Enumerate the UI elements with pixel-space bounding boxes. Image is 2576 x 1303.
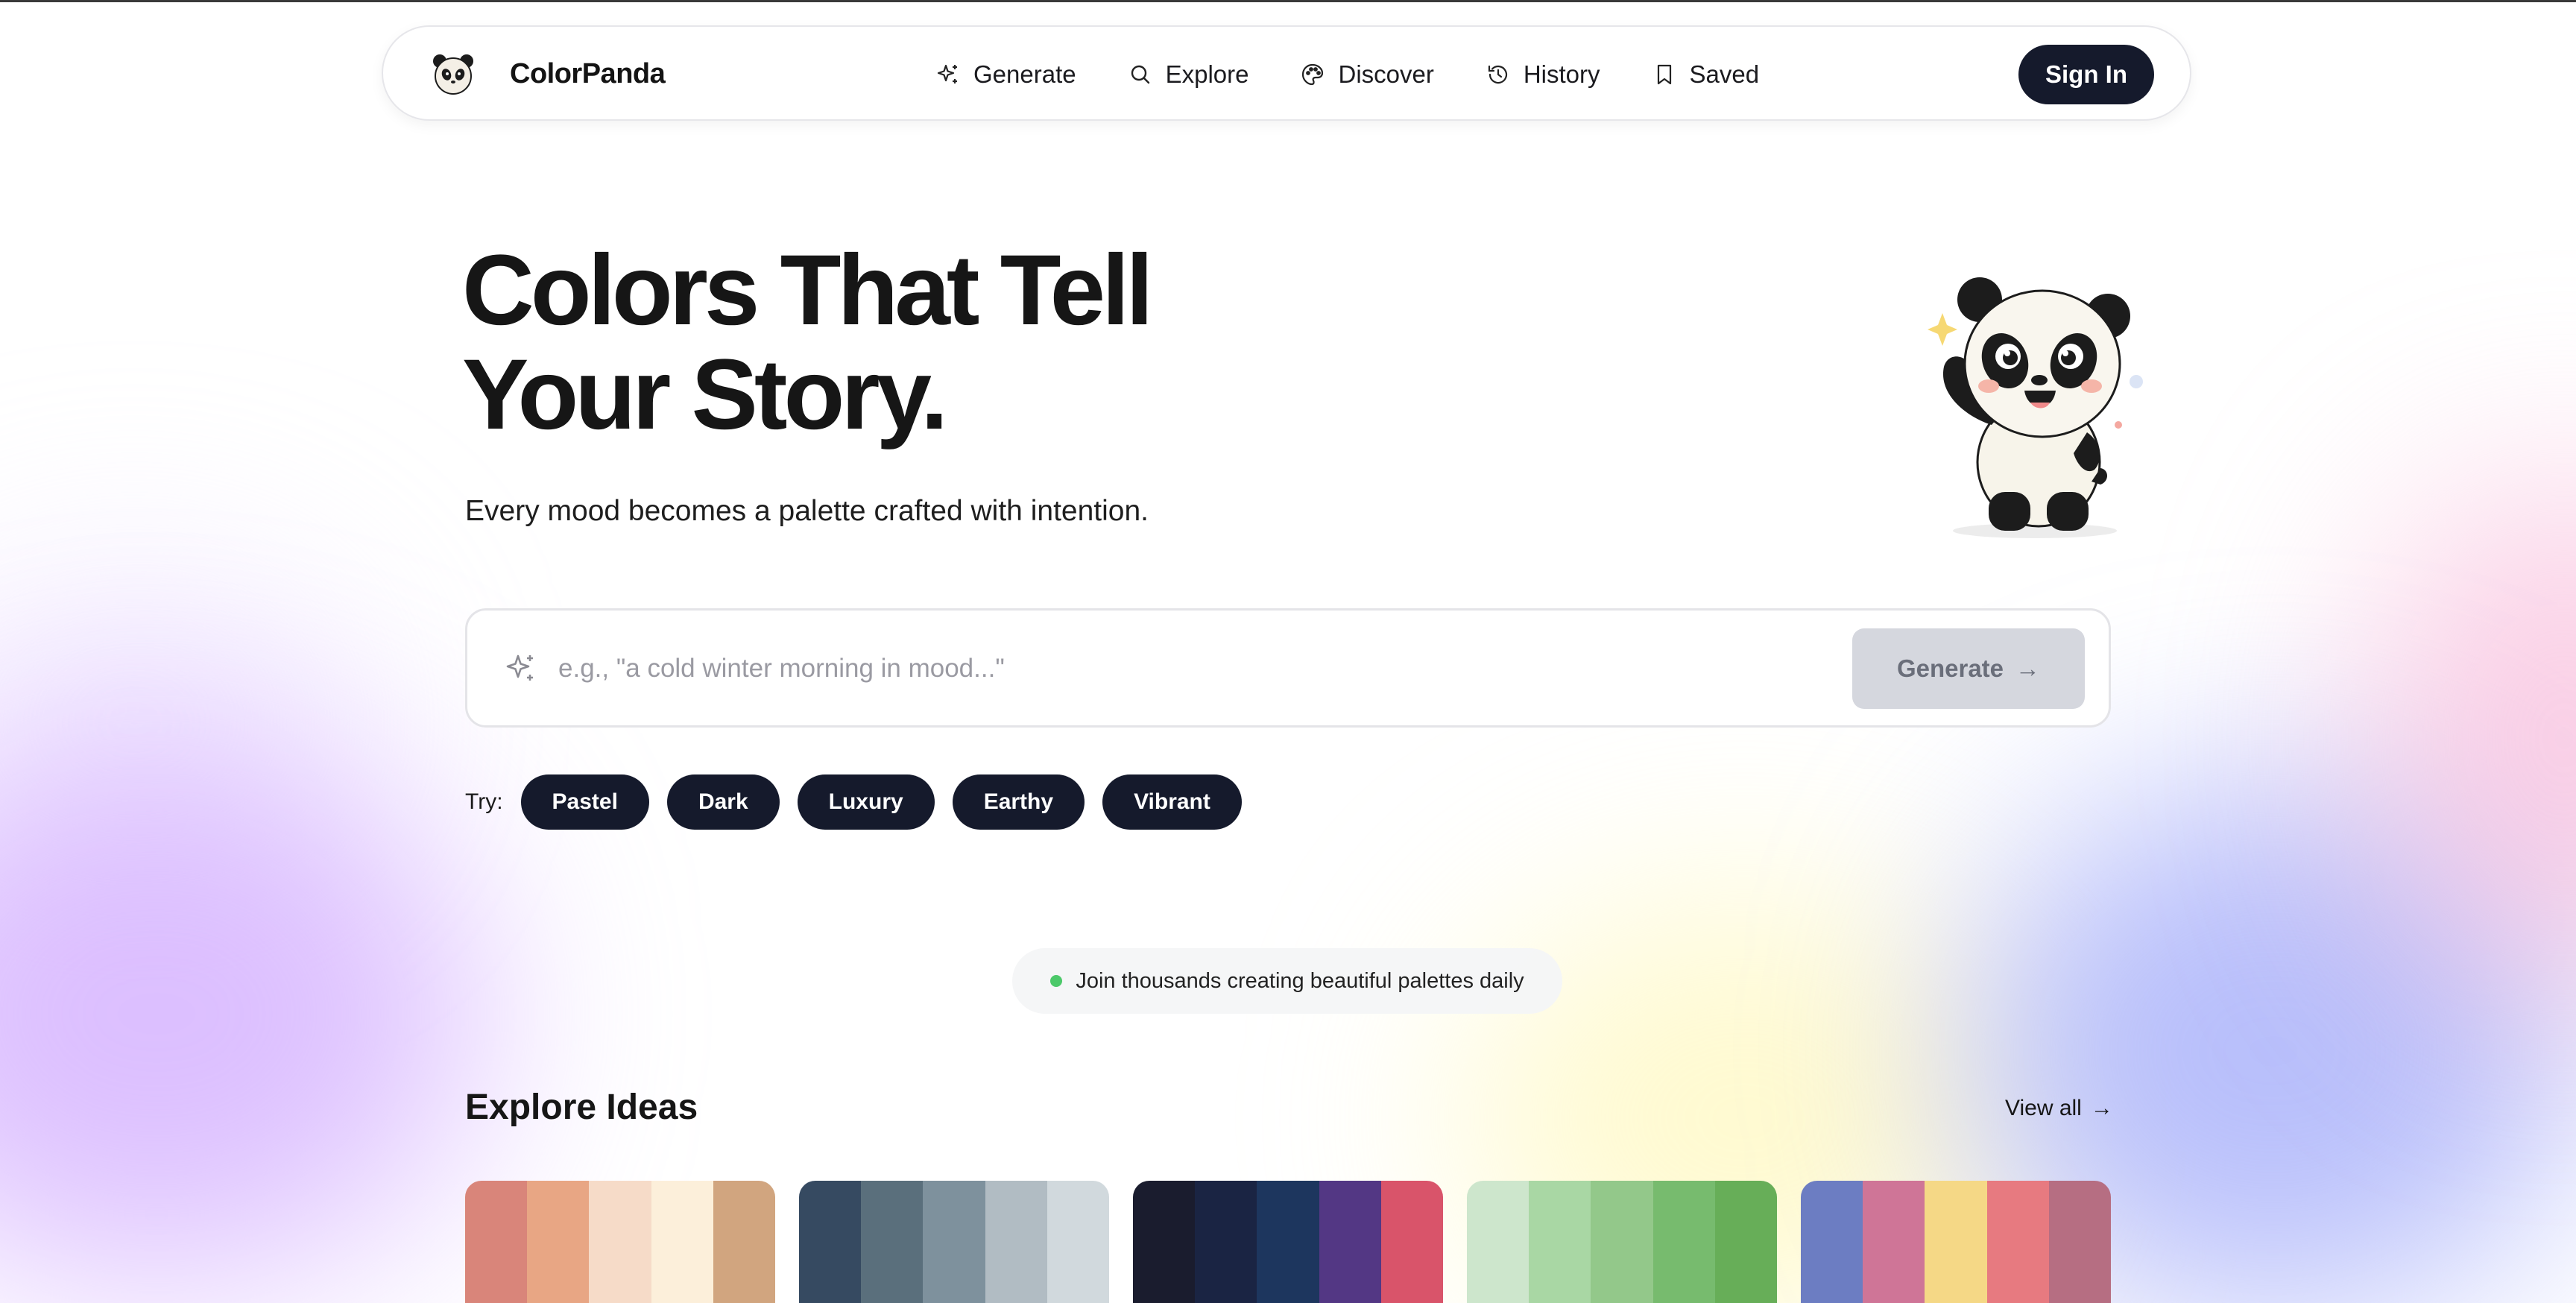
hero-title-line-2: Your Story. (462, 339, 948, 450)
mood-input[interactable] (557, 640, 1752, 697)
sparkle-icon (506, 654, 533, 681)
generate-button[interactable]: Generate → (1852, 628, 2085, 709)
chip-pastel[interactable]: Pastel (520, 774, 649, 830)
color-swatch[interactable] (527, 1181, 590, 1303)
color-swatch[interactable] (799, 1181, 862, 1303)
palette-card[interactable] (1133, 1181, 1443, 1303)
explore-section-title: Explore Ideas (465, 1088, 698, 1127)
try-label: Try: (465, 789, 503, 814)
palette-card[interactable] (1801, 1181, 2111, 1303)
color-swatch[interactable] (713, 1181, 775, 1303)
chip-vibrant[interactable]: Vibrant (1102, 774, 1242, 830)
palette-card[interactable] (465, 1181, 775, 1303)
color-swatch[interactable] (1257, 1181, 1319, 1303)
nav-saved-label: Saved (1689, 60, 1760, 88)
nav-explore[interactable]: Explore (1128, 60, 1249, 89)
color-swatch[interactable] (465, 1181, 528, 1303)
history-icon (1488, 65, 1507, 84)
navbar: ColorPanda Generate Explore Discover His… (382, 25, 2191, 121)
status-dot-icon (1050, 975, 1063, 987)
bookmark-icon (1657, 64, 1671, 85)
color-swatch[interactable] (651, 1181, 713, 1303)
color-swatch[interactable] (1529, 1181, 1591, 1303)
color-swatch[interactable] (589, 1181, 651, 1303)
join-badge-text: Join thousands creating beautiful palett… (1076, 968, 1524, 993)
color-swatch[interactable] (1925, 1181, 1987, 1303)
panda-mascot-illustration (1928, 277, 2143, 538)
color-swatch[interactable] (985, 1181, 1047, 1303)
nav-history[interactable]: History (1486, 60, 1600, 89)
generate-button-label: Generate (1896, 654, 2004, 682)
color-swatch[interactable] (2048, 1181, 2111, 1303)
brand-name[interactable]: ColorPanda (510, 58, 666, 90)
color-swatch[interactable] (1714, 1181, 1777, 1303)
nav-saved[interactable]: Saved (1652, 60, 1760, 89)
try-suggestions: Try: Pastel Dark Luxury Earthy Vibrant (465, 774, 1260, 830)
color-swatch[interactable] (923, 1181, 985, 1303)
view-all-label: View all (2005, 1096, 2082, 1120)
color-swatch[interactable] (1652, 1181, 1715, 1303)
chip-dark[interactable]: Dark (666, 774, 780, 830)
nav-links: Generate Explore Discover History Saved (936, 55, 1759, 94)
join-badge: Join thousands creating beautiful palett… (1012, 948, 1562, 1014)
color-swatch[interactable] (1133, 1181, 1196, 1303)
color-swatch[interactable] (1863, 1181, 1925, 1303)
color-swatch[interactable] (861, 1181, 924, 1303)
sign-in-button[interactable]: Sign In (2018, 45, 2154, 104)
arrow-right-icon: → (2015, 654, 2041, 682)
panda-logo-icon[interactable] (431, 52, 476, 97)
search-icon (1131, 65, 1149, 84)
color-swatch[interactable] (1801, 1181, 1863, 1303)
top-border (0, 0, 2576, 2)
hero-subtitle: Every mood becomes a palette crafted wit… (465, 495, 1149, 527)
chip-earthy[interactable]: Earthy (952, 774, 1085, 830)
color-swatch[interactable] (1591, 1181, 1653, 1303)
color-swatch[interactable] (1046, 1181, 1109, 1303)
chip-luxury[interactable]: Luxury (797, 774, 935, 830)
color-swatch[interactable] (1467, 1181, 1530, 1303)
color-swatch[interactable] (1195, 1181, 1257, 1303)
palette-grid (465, 1181, 2112, 1303)
hero-title-line-1: Colors That Tell (462, 235, 1154, 346)
mood-search-box: Generate → (465, 608, 2111, 728)
color-swatch[interactable] (1319, 1181, 1381, 1303)
nav-generate[interactable]: Generate (936, 60, 1076, 89)
nav-generate-label: Generate (973, 60, 1076, 88)
background-glow-purple (0, 745, 477, 1282)
palette-card[interactable] (799, 1181, 1109, 1303)
nav-history-label: History (1523, 60, 1600, 88)
view-all-link[interactable]: View all → (2005, 1096, 2113, 1121)
page: ColorPanda Generate Explore Discover His… (0, 0, 2576, 1303)
palette-card[interactable] (1467, 1181, 1777, 1303)
sparkle-icon (937, 64, 957, 83)
nav-explore-label: Explore (1165, 60, 1249, 88)
hero-title: Colors That Tell Your Story. (462, 239, 1357, 447)
nav-discover-label: Discover (1338, 60, 1434, 88)
palette-icon (1302, 63, 1324, 86)
color-swatch[interactable] (1986, 1181, 2049, 1303)
nav-discover[interactable]: Discover (1301, 60, 1434, 89)
arrow-right-icon: → (2090, 1096, 2113, 1120)
color-swatch[interactable] (1380, 1181, 1443, 1303)
